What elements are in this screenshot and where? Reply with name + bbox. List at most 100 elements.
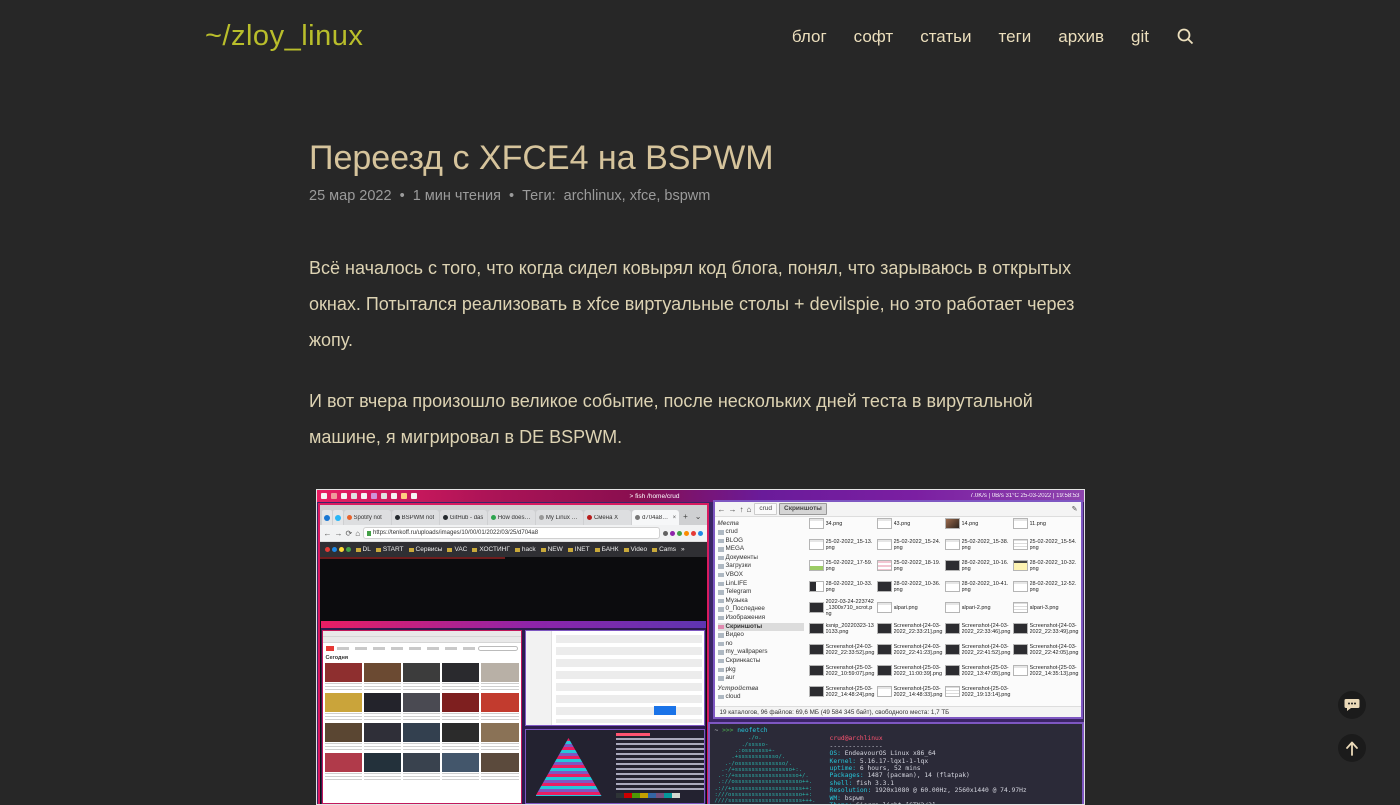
fm-file-item[interactable]: alpari-2.png [945,597,1011,618]
fm-place-item[interactable]: LinLIFE [718,580,804,589]
fm-place-item[interactable]: Скриншоты [718,623,804,632]
fm-file-item[interactable]: 28-02-2022_10-33.png [809,576,875,597]
toolbar-icon[interactable] [698,531,703,536]
home-icon[interactable]: ⌂ [355,529,360,538]
fm-file-item[interactable]: 28-02-2022_10-16.png [945,555,1011,576]
fm-file-item[interactable]: 28-02-2022_10-41.png [945,576,1011,597]
browser-tab[interactable]: GitHub - das × [440,510,487,525]
fm-file-item[interactable]: alpari.png [877,597,943,618]
fm-file-item[interactable]: 43.png [877,517,943,534]
search-button[interactable] [1176,27,1195,46]
nav-link[interactable]: статьи [920,27,971,47]
post-screenshot-image[interactable]: > fish /home/crud 7.0K/s | 0B/s 31°C 25-… [316,489,1085,805]
fm-file-item[interactable]: Screenshot-[25-03-2022_10:59:07].png [809,660,875,681]
nav-link[interactable]: архив [1058,27,1104,47]
bookmark-icon[interactable] [346,547,351,552]
fm-file-item[interactable]: Screenshot-[25-03-2022_11:00:39].png [877,660,943,681]
fm-place-item[interactable]: MEGA [718,545,804,554]
fm-up-icon[interactable]: ↑ [740,505,744,514]
bookmark-folder[interactable]: Video [624,546,648,553]
fm-file-item[interactable]: Screenshot-[24-03-2022_22:41:23].png [877,639,943,660]
reload-icon[interactable]: ⟳ [346,529,353,538]
toolbar-icon[interactable] [670,531,675,536]
bookmark-folder[interactable]: DL [356,546,371,553]
fm-place-item[interactable]: Загрузки [718,562,804,571]
bookmark-icon[interactable] [332,547,337,552]
url-bar[interactable]: https://tenkoff.ru/uploads/images/10/00/… [363,527,659,539]
browser-tab[interactable]: How does bs × [488,510,535,525]
fm-file-item[interactable]: Screenshot-[24-03-2022_22:33:46].png [945,618,1011,639]
browser-tab[interactable]: BSPWM not × [392,510,439,525]
fm-file-item[interactable]: Screenshot-[24-03-2022_22:33:52].png [809,639,875,660]
nav-link[interactable]: git [1131,27,1149,47]
nav-link[interactable]: теги [999,27,1032,47]
fm-file-item[interactable]: 25-02-2022_15-13.png [809,534,875,555]
fm-file-item[interactable]: 25-02-2022_15-54.png [1013,534,1079,555]
bookmarks-overflow-icon[interactable]: » [681,546,685,553]
fm-device-item[interactable]: cloud [718,693,804,702]
fm-place-item[interactable]: aur [718,674,804,683]
fm-file-item[interactable]: Screenshot-[24-03-2022_22:42:05].png [1013,639,1079,660]
bookmark-folder[interactable]: START [376,546,404,553]
tag-links[interactable]: archlinux, xfce, bspwm [564,188,711,204]
fm-place-item[interactable]: Скринкасты [718,657,804,666]
bookmark-folder[interactable]: Cams [652,546,676,553]
comments-button[interactable] [1338,691,1366,719]
fm-file-item[interactable]: 28-02-2022_10-32.png [1013,555,1079,576]
fm-file-item[interactable]: 14.png [945,517,1011,534]
site-title-link[interactable]: ~/zloy_linux [205,20,363,53]
bookmark-folder[interactable]: hack [515,546,536,553]
pinned-tab-icon[interactable] [333,510,343,525]
bookmark-folder[interactable]: ХОСТИНГ [472,546,510,553]
fm-place-item[interactable]: BLOG [718,537,804,546]
fm-file-item[interactable]: 28-02-2022_10-36.png [877,576,943,597]
breadcrumb[interactable]: crud [754,503,777,515]
fm-place-item[interactable]: VBOX [718,571,804,580]
browser-tab[interactable]: d704a8_full.p × [632,510,679,525]
toolbar-icon[interactable] [677,531,682,536]
tab-list-button[interactable]: ⌄ [692,512,705,521]
fm-edit-icon[interactable]: ✎ [1072,505,1078,513]
fm-home-icon[interactable]: ⌂ [747,505,752,514]
pinned-tab-icon[interactable] [322,510,332,525]
fm-place-item[interactable]: crud [718,528,804,537]
fm-place-item[interactable]: Изображения [718,614,804,623]
fm-back-icon[interactable]: ← [718,505,726,514]
fm-file-item[interactable]: 28-02-2022_12-52.png [1013,576,1079,597]
bookmark-folder[interactable]: БАНК [595,546,619,553]
fm-file-item[interactable]: 11.png [1013,517,1079,534]
fm-place-item[interactable]: my_wallpapers [718,648,804,657]
bookmark-folder[interactable]: INET [568,546,590,553]
back-icon[interactable]: ← [324,529,332,538]
tab-close-icon[interactable]: × [673,515,677,521]
toolbar-icon[interactable] [684,531,689,536]
fm-forward-icon[interactable]: → [729,505,737,514]
fm-file-item[interactable]: Screenshot-[25-03-2022_13:47:05].png [945,660,1011,681]
fm-place-item[interactable]: Документы [718,554,804,563]
fm-file-item[interactable]: Screenshot-[25-03-2022_14:35:13].png [1013,660,1079,681]
fm-place-item[interactable]: Музыка [718,597,804,606]
nav-link[interactable]: софт [854,27,894,47]
fm-file-item[interactable]: 25-02-2022_15-38.png [945,534,1011,555]
fm-file-item[interactable]: 25-02-2022_17-59.png [809,555,875,576]
toolbar-icon[interactable] [691,531,696,536]
forward-icon[interactable]: → [335,529,343,538]
fm-file-item[interactable]: Screenshot-[24-03-2022_22:33:49].png [1013,618,1079,639]
fm-file-item[interactable]: ksnip_20220323-130133.png [809,618,875,639]
scroll-to-top-button[interactable] [1338,734,1366,762]
fm-file-item[interactable]: 25-02-2022_18-19.png [877,555,943,576]
browser-tab[interactable]: Spotify not × [344,510,391,525]
fm-file-item[interactable]: 2022-03-24-223742_1300x710_scrot.png [809,597,875,618]
bookmark-folder[interactable]: NEW [541,546,563,553]
breadcrumb[interactable]: Скриншоты [779,503,827,515]
fm-place-item[interactable]: 0_Последнее [718,605,804,614]
fm-file-item[interactable]: Screenshot-[24-03-2022_22:41:52].png [945,639,1011,660]
fm-file-item[interactable]: Screenshot-[25-03-2022_14:48:33].png [877,681,943,702]
fm-place-item[interactable]: no [718,640,804,649]
toolbar-icon[interactable] [663,531,668,536]
fm-file-item[interactable]: Screenshot-[24-03-2022_22:33:21].png [877,618,943,639]
fm-place-item[interactable]: pkg [718,666,804,675]
bookmark-folder[interactable]: VAC [447,546,467,553]
fm-place-item[interactable]: Telegram [718,588,804,597]
fm-file-item[interactable]: 25-02-2022_15-24.png [877,534,943,555]
